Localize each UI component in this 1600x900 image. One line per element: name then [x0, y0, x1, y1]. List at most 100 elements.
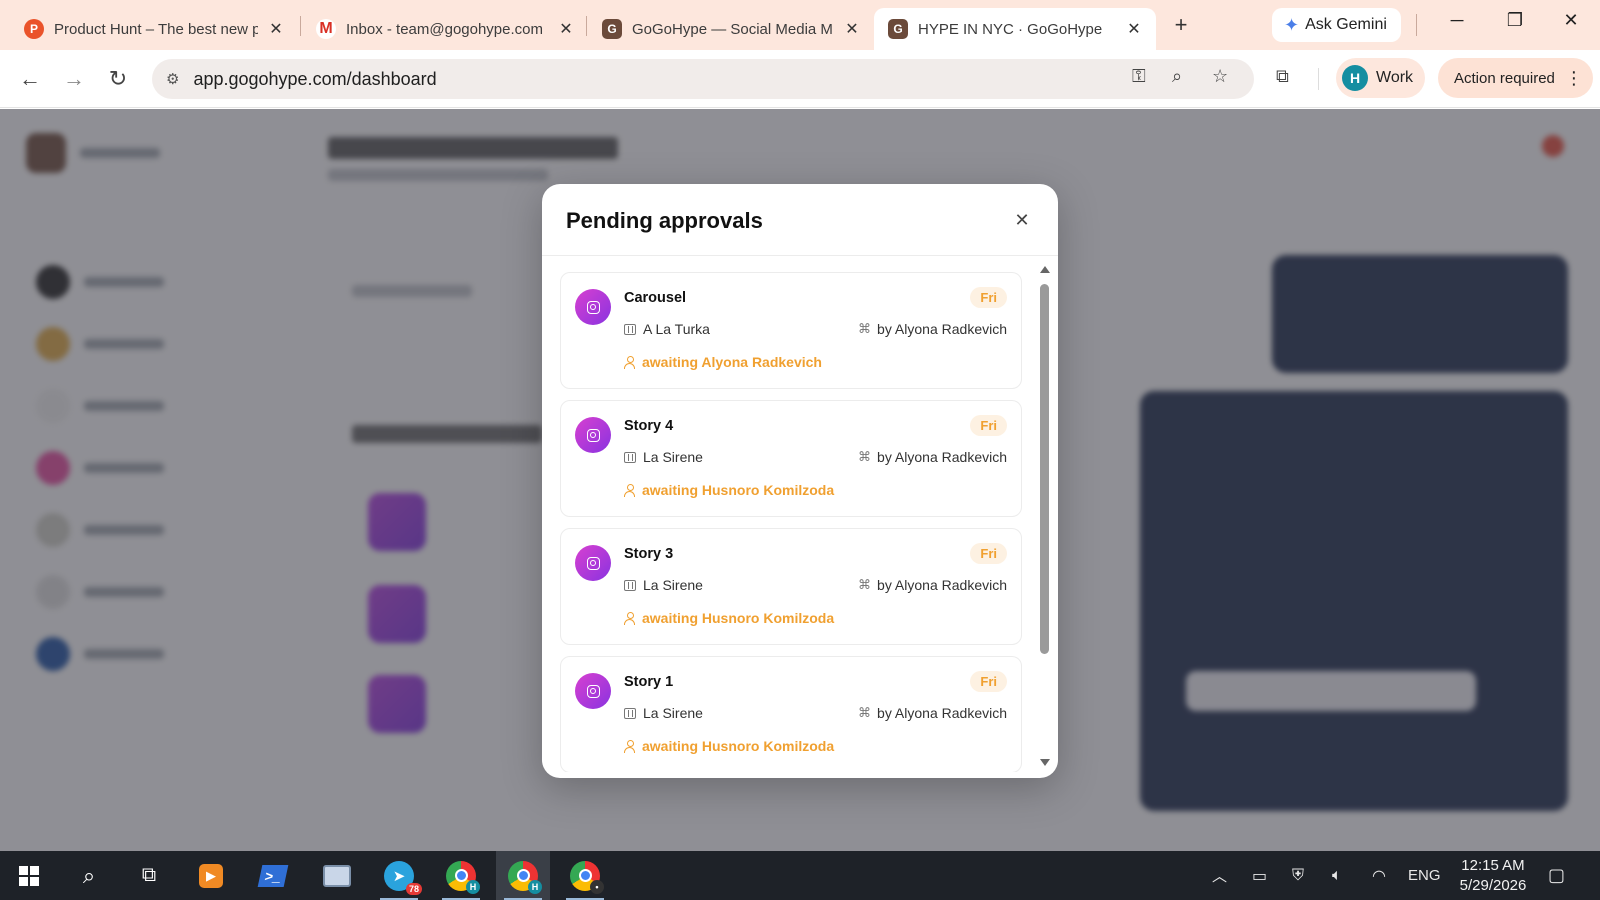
ask-gemini-button[interactable]: ✦ Ask Gemini: [1272, 8, 1401, 42]
browser-toolbar: ← → ↻ ⚙ app.gogohype.com/dashboard ⚿ ⌕ ☆…: [0, 50, 1600, 108]
author-label: by Alyona Radkevich: [877, 449, 1007, 465]
tab-search-icon[interactable]: ⧉: [1276, 66, 1289, 87]
kebab-menu-icon[interactable]: ⋮: [1565, 68, 1583, 89]
post-title: Story 1: [624, 674, 674, 690]
approval-card[interactable]: Story 1 Fri La Sirene ⌘ by Alyona Radkevi…: [560, 656, 1022, 772]
show-hidden-icons-chevron-icon[interactable]: ︿: [1212, 851, 1227, 900]
gogohype-icon: G: [888, 19, 908, 39]
wifi-icon[interactable]: ◠: [1372, 851, 1386, 900]
scroll-up-arrow-icon[interactable]: [1040, 266, 1050, 273]
user-icon: [624, 740, 635, 753]
clock-date: 5/29/2026: [1459, 877, 1527, 894]
approval-card[interactable]: Story 3 Fri La Sirene ⌘ by Alyona Radkevi…: [560, 528, 1022, 645]
separator: [1416, 14, 1417, 36]
client-name: A La Turka: [624, 321, 710, 337]
building-icon: [624, 451, 636, 463]
day-badge: Fri: [970, 415, 1007, 436]
gogohype-icon: G: [602, 19, 622, 39]
user-icon: [624, 612, 635, 625]
tag-icon: ⌘: [858, 321, 872, 336]
tab-title: Inbox - team@gogohype.com: [346, 20, 543, 38]
author-label: by Alyona Radkevich: [877, 577, 1007, 593]
tag-icon: ⌘: [858, 705, 872, 720]
back-icon[interactable]: ←: [16, 65, 44, 93]
powershell-icon[interactable]: >_: [246, 851, 300, 900]
clock[interactable]: 12:15 AM 5/29/2026: [1448, 856, 1538, 896]
url-text[interactable]: app.gogohype.com/dashboard: [193, 69, 436, 90]
action-required-button[interactable]: Action required ⋮: [1438, 58, 1593, 98]
approval-card[interactable]: Story 4 Fri La Sirene ⌘ by Alyona Radkevi…: [560, 400, 1022, 517]
media-player-icon[interactable]: ▶: [184, 851, 238, 900]
profile-chip[interactable]: H Work: [1336, 58, 1426, 98]
bookmark-star-icon[interactable]: ☆: [1212, 66, 1228, 87]
task-view-icon[interactable]: ⧉: [122, 851, 176, 900]
close-tab-icon[interactable]: ✕: [1124, 19, 1144, 39]
awaiting-label: awaiting Husnoro Komilzoda: [642, 482, 835, 498]
product-hunt-icon: P: [24, 19, 44, 39]
password-key-icon[interactable]: ⚿: [1132, 66, 1146, 87]
avatar: H: [1342, 65, 1368, 91]
awaiting-label: awaiting Husnoro Komilzoda: [642, 738, 835, 754]
tab-hype-in-nyc[interactable]: G HYPE IN NYC · GoGoHype ✕: [874, 8, 1156, 50]
profile-label: Work: [1376, 69, 1414, 86]
close-tab-icon[interactable]: ✕: [842, 19, 862, 39]
chrome-incognito-icon[interactable]: •: [558, 851, 612, 900]
tab-title: GoGoHype — Social Media M: [632, 20, 833, 38]
restore-icon[interactable]: ❐: [1500, 10, 1530, 31]
notification-badge: 78: [405, 882, 422, 895]
awaiting-status: awaiting Husnoro Komilzoda: [624, 482, 834, 498]
instagram-icon: [575, 417, 611, 453]
minimize-icon[interactable]: ─: [1442, 10, 1472, 31]
tab-gogohype-social[interactable]: G GoGoHype — Social Media M ✕: [588, 8, 874, 50]
awaiting-status: awaiting Alyona Radkevich: [624, 354, 822, 370]
close-window-icon[interactable]: ✕: [1556, 10, 1586, 31]
approval-card[interactable]: Carousel Fri A La Turka ⌘ by Alyona Radke…: [560, 272, 1022, 389]
scrollbar-thumb[interactable]: [1040, 284, 1049, 654]
notifications-icon[interactable]: ▢: [1548, 851, 1565, 900]
security-icon[interactable]: ⛨: [1292, 851, 1304, 900]
chrome-icon-active[interactable]: H: [496, 851, 550, 900]
address-bar[interactable]: ⚙ app.gogohype.com/dashboard: [152, 59, 1254, 99]
close-icon[interactable]: ✕: [1010, 208, 1034, 232]
windows-start-button[interactable]: [2, 851, 56, 900]
new-tab-button[interactable]: +: [1168, 12, 1194, 38]
building-icon: [624, 579, 636, 591]
tab-product-hunt[interactable]: P Product Hunt – The best new p ✕: [10, 8, 298, 50]
client-label: La Sirene: [643, 577, 703, 593]
modal-title: Pending approvals: [566, 208, 763, 233]
author: ⌘ by Alyona Radkevich: [858, 321, 1007, 337]
day-badge: Fri: [970, 287, 1007, 308]
client-label: A La Turka: [643, 321, 710, 337]
separator: [1318, 68, 1319, 90]
awaiting-label: awaiting Alyona Radkevich: [642, 354, 822, 370]
forward-icon[interactable]: →: [60, 65, 88, 93]
author-label: by Alyona Radkevich: [877, 321, 1007, 337]
tab-strip: P Product Hunt – The best new p ✕ M Inbo…: [0, 0, 1600, 50]
telegram-icon[interactable]: ➤ 78: [372, 851, 426, 900]
day-badge: Fri: [970, 671, 1007, 692]
battery-icon[interactable]: ▭: [1252, 851, 1267, 900]
scroll-down-arrow-icon[interactable]: [1040, 759, 1050, 766]
reload-icon[interactable]: ↻: [104, 65, 132, 93]
close-tab-icon[interactable]: ✕: [556, 19, 576, 39]
action-required-label: Action required: [1454, 69, 1555, 87]
zoom-icon[interactable]: ⌕: [1172, 66, 1182, 87]
search-icon[interactable]: ⌕: [62, 851, 116, 900]
author-label: by Alyona Radkevich: [877, 705, 1007, 721]
author: ⌘ by Alyona Radkevich: [858, 449, 1007, 465]
language-indicator[interactable]: ENG: [1408, 851, 1441, 900]
modal-scrollbar[interactable]: [1038, 260, 1052, 772]
client-label: La Sirene: [643, 705, 703, 721]
site-settings-icon[interactable]: ⚙: [166, 70, 179, 88]
modal-header: Pending approvals ✕: [542, 184, 1058, 256]
gemini-icon: ✦: [1284, 14, 1300, 35]
client-label: La Sirene: [643, 449, 703, 465]
windows-logo-icon: [19, 865, 39, 886]
close-tab-icon[interactable]: ✕: [266, 19, 286, 39]
tab-gmail[interactable]: M Inbox - team@gogohype.com ✕: [302, 8, 588, 50]
client-name: La Sirene: [624, 449, 703, 465]
volume-icon[interactable]: 🔈︎: [1332, 851, 1342, 900]
chrome-icon[interactable]: H: [434, 851, 488, 900]
remote-desktop-icon[interactable]: [310, 851, 364, 900]
tab-separator: [586, 16, 587, 36]
